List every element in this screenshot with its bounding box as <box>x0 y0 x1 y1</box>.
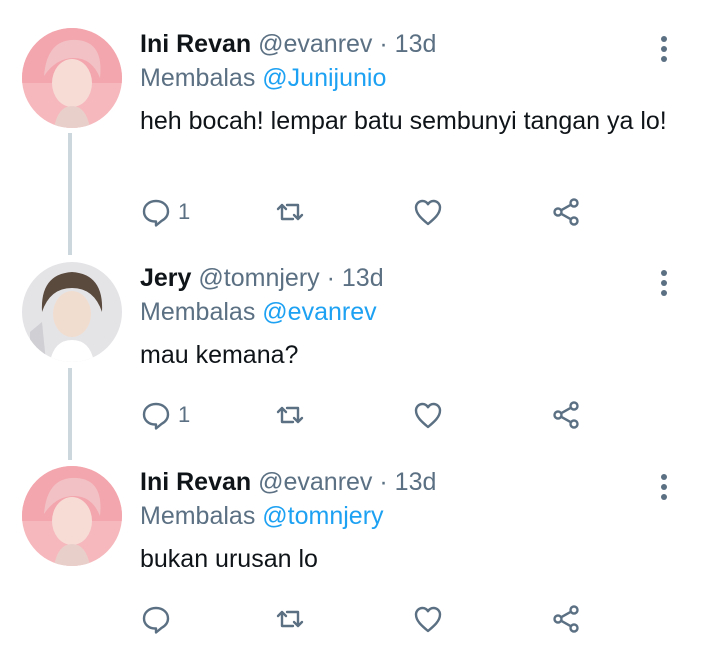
tweet-text: mau kemana? <box>140 341 299 369</box>
retweet-button[interactable] <box>274 395 306 435</box>
tweet[interactable]: Ini Revan @evanrev · 13d Membalas @Junij… <box>0 28 720 243</box>
avatar-image <box>22 28 122 128</box>
tweet-header: Jery @tomnjery · 13d <box>140 262 670 294</box>
reply-icon <box>142 402 170 430</box>
avatar[interactable] <box>22 28 122 128</box>
display-name[interactable]: Jery <box>140 264 191 292</box>
reply-count: 1 <box>178 402 191 427</box>
reply-button[interactable]: 1 <box>140 395 190 435</box>
handle[interactable]: @evanrev <box>258 468 372 496</box>
tweet-header: Ini Revan @evanrev · 13d <box>140 466 670 498</box>
handle[interactable]: @evanrev <box>258 30 372 58</box>
reply-icon <box>142 199 170 227</box>
like-icon <box>414 606 442 633</box>
like-icon <box>414 199 442 226</box>
avatar[interactable] <box>22 466 122 566</box>
retweet-icon <box>276 610 304 628</box>
share-icon <box>553 198 579 226</box>
separator: · <box>326 264 335 292</box>
share-icon <box>553 401 579 429</box>
mention-link[interactable]: @evanrev <box>262 298 376 326</box>
separator: · <box>379 468 388 496</box>
tweet-actions <box>140 599 600 639</box>
mention-link[interactable]: @tomnjery <box>262 502 383 530</box>
timestamp[interactable]: 13d <box>395 468 437 496</box>
share-icon <box>553 605 579 633</box>
more-vertical-icon[interactable] <box>654 472 674 502</box>
avatar-image <box>22 466 122 566</box>
replying-to-label: Membalas <box>140 64 256 92</box>
retweet-button[interactable] <box>274 599 306 639</box>
retweet-icon <box>276 203 304 221</box>
display-name[interactable]: Ini Revan <box>140 468 251 496</box>
reply-button[interactable] <box>140 599 178 639</box>
like-button[interactable] <box>412 599 444 639</box>
avatar[interactable] <box>22 262 122 362</box>
replying-to: Membalas @tomnjery <box>140 500 670 532</box>
tweet[interactable]: Jery @tomnjery · 13d Membalas @evanrev m… <box>0 262 720 452</box>
mention-link[interactable]: @Junijunio <box>262 64 386 92</box>
handle[interactable]: @tomnjery <box>198 264 319 292</box>
timestamp[interactable]: 13d <box>395 30 437 58</box>
tweet-actions: 1 <box>140 395 600 435</box>
tweet[interactable]: Ini Revan @evanrev · 13d Membalas @tomnj… <box>0 466 720 646</box>
more-vertical-icon[interactable] <box>654 268 674 298</box>
display-name[interactable]: Ini Revan <box>140 30 251 58</box>
share-button[interactable] <box>550 599 582 639</box>
reply-count: 1 <box>178 199 191 224</box>
retweet-icon <box>276 406 304 424</box>
replying-to: Membalas @evanrev <box>140 296 670 328</box>
retweet-button[interactable] <box>274 192 306 232</box>
reply-icon <box>142 606 170 634</box>
replying-to-label: Membalas <box>140 298 256 326</box>
avatar-image <box>22 262 122 362</box>
more-vertical-icon[interactable] <box>654 34 674 64</box>
tweet-text: bukan urusan lo <box>140 545 318 573</box>
separator: · <box>379 30 388 58</box>
timestamp[interactable]: 13d <box>342 264 384 292</box>
tweet-text: heh bocah! lempar batu sembunyi tangan y… <box>140 107 667 135</box>
share-button[interactable] <box>550 395 582 435</box>
replying-to: Membalas @Junijunio <box>140 62 670 94</box>
like-button[interactable] <box>412 395 444 435</box>
like-button[interactable] <box>412 192 444 232</box>
like-icon <box>414 402 442 429</box>
share-button[interactable] <box>550 192 582 232</box>
tweet-header: Ini Revan @evanrev · 13d <box>140 28 670 60</box>
tweet-actions: 1 <box>140 192 600 232</box>
reply-button[interactable]: 1 <box>140 192 190 232</box>
replying-to-label: Membalas <box>140 502 256 530</box>
